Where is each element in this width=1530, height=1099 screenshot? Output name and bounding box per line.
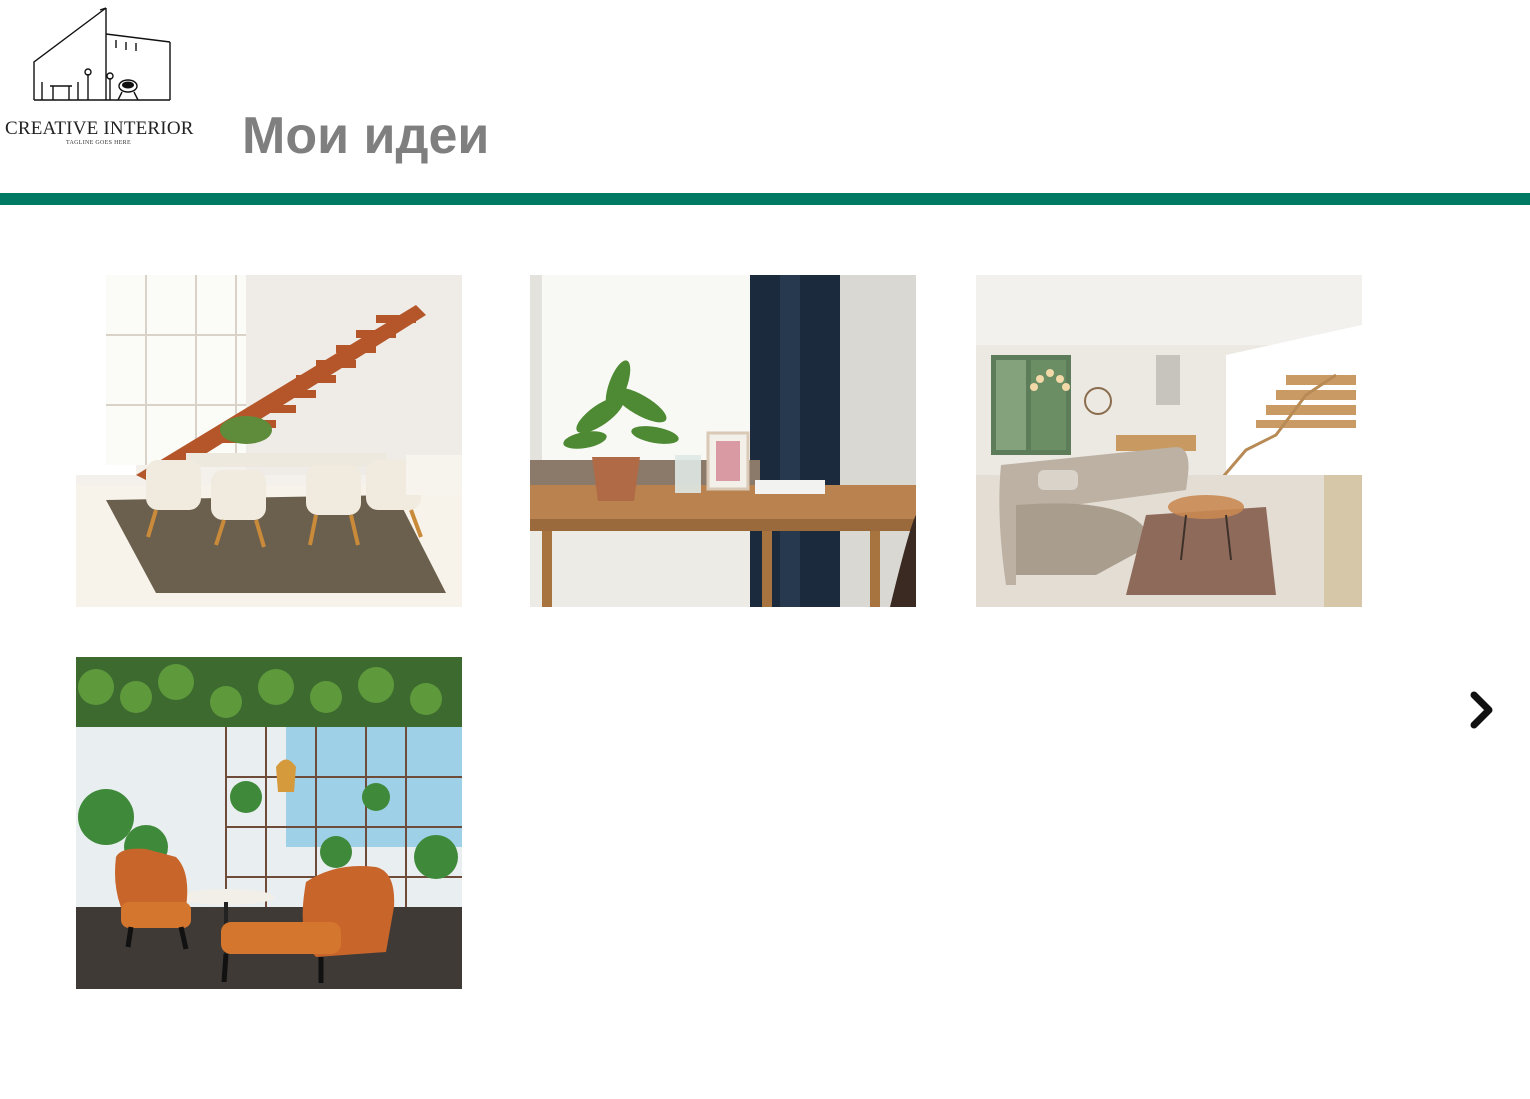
- next-page-button[interactable]: [1462, 687, 1502, 733]
- brand-name: CREATIVE INTERIOR: [5, 118, 194, 139]
- gallery-image-living-room[interactable]: [976, 275, 1362, 607]
- dining-room-photo: [76, 275, 462, 607]
- desk-plant-photo: [530, 275, 916, 607]
- header-divider: [0, 193, 1530, 205]
- page-title: Мои идеи: [242, 107, 490, 165]
- living-room-photo: [976, 275, 1362, 607]
- brand-tagline: TAGLINE GOES HERE: [66, 140, 131, 146]
- gallery-image-dining-staircase[interactable]: [76, 275, 462, 607]
- gallery-image-desk-plant[interactable]: [530, 275, 916, 607]
- brand-logo: CREATIVE INTERIOR TAGLINE GOES HERE: [0, 0, 205, 160]
- chevron-right-icon: [1470, 691, 1493, 729]
- gallery-image-lounge-plants[interactable]: [76, 657, 462, 989]
- house-logo-icon: [33, 7, 171, 101]
- lounge-photo: [76, 657, 462, 989]
